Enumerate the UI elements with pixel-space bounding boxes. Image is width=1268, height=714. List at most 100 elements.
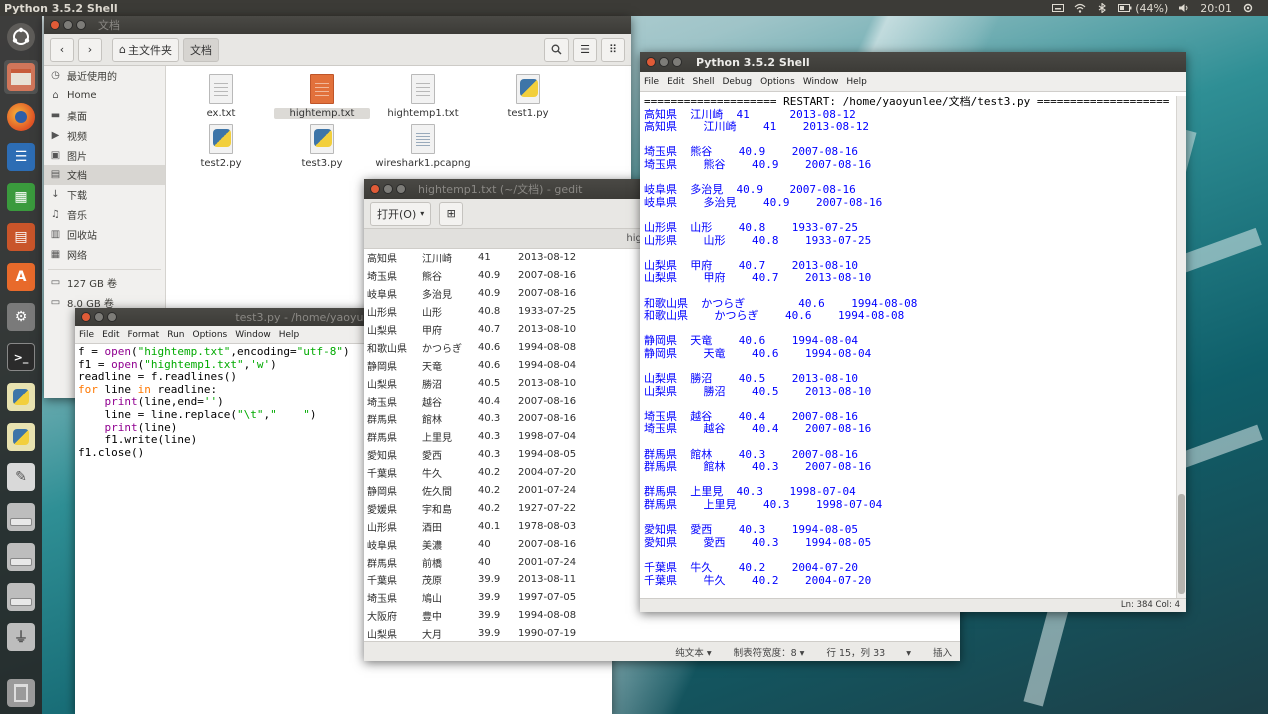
breadcrumb-current[interactable]: 文档: [182, 37, 219, 62]
close-window-button[interactable]: [370, 184, 380, 194]
open-button[interactable]: 打开(O) ▾: [370, 201, 432, 226]
sidebar-item[interactable]: ▶ 视频: [44, 125, 165, 145]
minimize-window-button[interactable]: [383, 184, 393, 194]
file-item[interactable]: ex.txt: [173, 74, 269, 119]
writer-icon[interactable]: ☰: [4, 140, 38, 174]
menu-format[interactable]: Format: [128, 330, 160, 340]
window-title: hightemp1.txt (~/文档) - gedit: [418, 183, 583, 196]
volume-icon[interactable]: [1178, 3, 1190, 13]
sidebar-item[interactable]: ▣ 图片: [44, 145, 165, 165]
sidebar-item[interactable]: ↓ 下载: [44, 185, 165, 205]
list-view-button[interactable]: ☰: [573, 37, 597, 62]
menu-options[interactable]: Options: [192, 330, 227, 340]
menu-window[interactable]: Window: [235, 330, 271, 340]
menu-file[interactable]: File: [79, 330, 94, 340]
new-tab-button[interactable]: ⊞: [439, 201, 464, 226]
language-selector[interactable]: 纯文本 ▾: [675, 645, 711, 659]
sidebar-volume[interactable]: ▭ 127 GB 卷: [44, 273, 165, 293]
tab-width-selector[interactable]: 制表符宽度：8 ▾: [734, 645, 805, 659]
close-window-button[interactable]: [50, 20, 60, 30]
trash-icon[interactable]: [4, 676, 38, 710]
wifi-icon[interactable]: [1074, 3, 1086, 13]
text-cell: 埼玉県: [367, 272, 397, 284]
text-cell: 40.9: [478, 270, 501, 282]
sidebar-item[interactable]: ♫ 音乐: [44, 205, 165, 225]
drive-icon[interactable]: [4, 580, 38, 614]
shell-output[interactable]: ==================== RESTART: /home/yaoy…: [640, 96, 1174, 598]
firefox-icon[interactable]: [4, 100, 38, 134]
status-bar: 纯文本 ▾ 制表符宽度：8 ▾ 行 15，列 33 ▾ 插入: [364, 641, 960, 661]
file-item[interactable]: hightemp.txt: [274, 74, 370, 119]
settings-icon[interactable]: ⚙: [4, 300, 38, 334]
back-button[interactable]: ‹: [50, 37, 74, 62]
menu-shell[interactable]: Shell: [693, 77, 715, 87]
files-icon[interactable]: [4, 60, 38, 94]
text-editor-icon[interactable]: ✎: [4, 460, 38, 494]
file-item[interactable]: test3.py: [274, 124, 370, 169]
breadcrumb-home[interactable]: ⌂ 主文件夹: [112, 37, 179, 62]
bluetooth-icon[interactable]: [1096, 2, 1108, 14]
drive-icon[interactable]: [4, 500, 38, 534]
python-file-icon: [209, 124, 233, 154]
minimize-window-button[interactable]: [659, 57, 669, 67]
menu-help[interactable]: Help: [846, 77, 867, 87]
drive-icon[interactable]: [4, 540, 38, 574]
maximize-window-button[interactable]: [396, 184, 406, 194]
menu-debug[interactable]: Debug: [722, 77, 752, 87]
menu-options[interactable]: Options: [760, 77, 795, 87]
text-cell: 40.3: [478, 431, 501, 443]
sidebar-item-label: 图片: [67, 151, 87, 163]
minimize-window-button[interactable]: [94, 312, 104, 322]
terminal-icon[interactable]: >_: [4, 340, 38, 374]
menu-edit[interactable]: Edit: [667, 77, 684, 87]
usb-drive-icon[interactable]: ⏚: [4, 620, 38, 654]
scrollbar-thumb[interactable]: [1178, 494, 1185, 594]
menu-edit[interactable]: Edit: [102, 330, 119, 340]
forward-button[interactable]: ›: [78, 37, 102, 62]
scrollbar[interactable]: [1176, 96, 1186, 598]
ubuntu-dash-icon[interactable]: [4, 20, 38, 54]
file-item[interactable]: test2.py: [173, 124, 269, 169]
file-item[interactable]: test1.py: [480, 74, 576, 119]
calc-icon[interactable]: ▦: [4, 180, 38, 214]
sidebar-item[interactable]: ⌂ Home: [44, 86, 165, 106]
software-center-icon[interactable]: A: [4, 260, 38, 294]
menu-run[interactable]: Run: [167, 330, 184, 340]
close-window-button[interactable]: [646, 57, 656, 67]
file-item[interactable]: hightemp1.txt: [375, 74, 471, 119]
text-line: 山梨県 大月 39.9 1990-07-19: [364, 625, 960, 642]
search-button[interactable]: [544, 37, 569, 62]
keyboard-icon[interactable]: [1052, 3, 1065, 13]
sidebar-item[interactable]: ▤ 文档: [44, 164, 165, 185]
home-icon: ⌂: [52, 90, 59, 102]
shell-output-line: 山梨県 甲府 40.7 2013-08-10: [644, 271, 872, 285]
maximize-window-button[interactable]: [672, 57, 682, 67]
grid-view-button[interactable]: ⠿: [601, 37, 625, 62]
code-line: f1.write(line): [78, 433, 198, 447]
minimize-window-button[interactable]: [63, 20, 73, 30]
shell-output-line: 愛知県 愛西 40.3 1994-08-05: [644, 523, 858, 537]
impress-icon[interactable]: ▤: [4, 220, 38, 254]
sidebar-divider: [48, 264, 161, 270]
file-item[interactable]: wireshark1.pcapng: [375, 124, 471, 169]
text-cell: 群馬県: [367, 415, 397, 427]
cursor-position[interactable]: 行 15，列 33 ▾: [826, 645, 911, 659]
text-cell: 2007-08-16: [518, 270, 577, 282]
battery-status[interactable]: (44%): [1118, 2, 1168, 15]
menu-file[interactable]: File: [644, 77, 659, 87]
shell-output-line: [644, 398, 1174, 411]
idle-icon[interactable]: [4, 380, 38, 414]
clock[interactable]: 20:01: [1200, 2, 1232, 15]
maximize-window-button[interactable]: [107, 312, 117, 322]
maximize-window-button[interactable]: [76, 20, 86, 30]
power-gear-icon[interactable]: [1242, 3, 1254, 13]
sidebar-item[interactable]: ▬ 桌面: [44, 106, 165, 126]
menu-window[interactable]: Window: [803, 77, 839, 87]
network-icon: ▦: [50, 248, 61, 260]
sidebar-item[interactable]: ▥ 回收站: [44, 224, 165, 244]
idle-icon[interactable]: [4, 420, 38, 454]
menu-help[interactable]: Help: [279, 330, 300, 340]
sidebar-item[interactable]: ◷ 最近使用的: [44, 66, 165, 86]
sidebar-item[interactable]: ▦ 网络: [44, 244, 165, 264]
close-window-button[interactable]: [81, 312, 91, 322]
